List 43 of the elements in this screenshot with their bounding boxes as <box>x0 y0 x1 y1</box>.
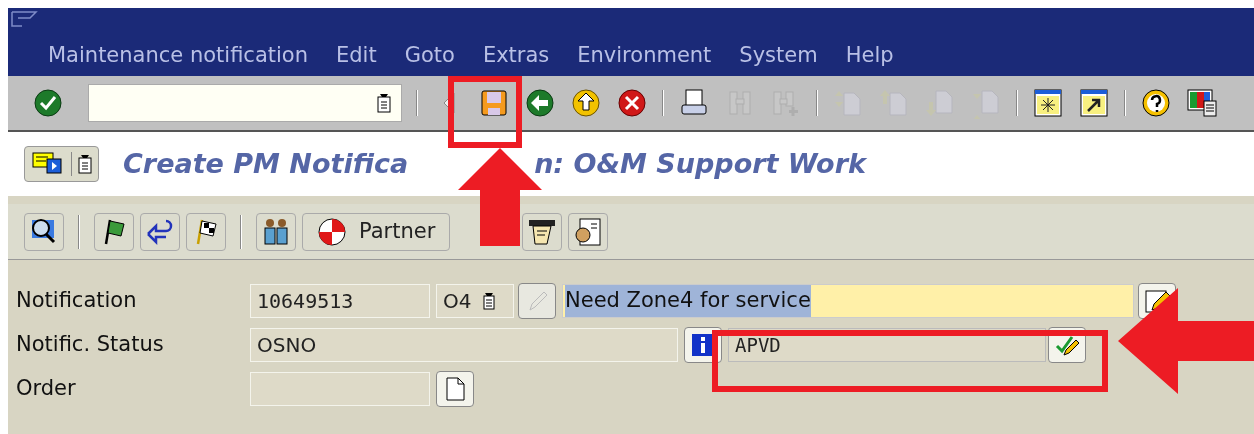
screen-title: n: O&M Support Work <box>534 146 866 181</box>
shortcut-icon[interactable] <box>1078 87 1110 119</box>
magnifier-button[interactable] <box>24 212 64 251</box>
value-field[interactable]: OSNO <box>250 328 678 362</box>
people-button[interactable] <box>256 212 296 251</box>
menu-item[interactable]: Maintenance notification <box>48 40 308 72</box>
curved-arrow-button[interactable] <box>140 212 180 251</box>
menu-item[interactable]: Goto <box>404 40 455 72</box>
field-label: Notific. Status <box>16 331 165 359</box>
life-ring-icon <box>317 216 347 247</box>
partner-button[interactable]: Partner <box>302 212 451 251</box>
flag-button[interactable] <box>94 212 134 251</box>
menu-item[interactable]: Environment <box>577 40 712 72</box>
dropdown-icon[interactable] <box>377 93 391 113</box>
value-field[interactable]: 10649513 <box>250 284 430 318</box>
dropdown-icon[interactable] <box>483 292 496 310</box>
system-menu-icon[interactable] <box>10 10 40 28</box>
value-field[interactable] <box>250 372 430 406</box>
field-label: Order <box>16 375 77 403</box>
monitor-icon[interactable] <box>1186 87 1218 119</box>
notepad-button[interactable] <box>522 212 563 251</box>
menu-item[interactable]: Extras <box>482 40 550 72</box>
clipboard-icon[interactable] <box>78 154 92 174</box>
command-field[interactable] <box>88 84 402 122</box>
contact-card-button[interactable] <box>568 212 609 251</box>
pencil-button[interactable] <box>518 283 556 319</box>
screen-title: Create PM Notifica <box>123 146 409 181</box>
check-icon[interactable] <box>32 87 64 119</box>
menu-item[interactable]: Help <box>845 40 894 72</box>
exit-icon[interactable] <box>570 87 602 119</box>
save-icon[interactable] <box>478 87 510 119</box>
cancel-icon[interactable] <box>616 87 648 119</box>
field-label: Notification <box>16 287 138 315</box>
document-flow-icon[interactable] <box>31 151 65 177</box>
description-field[interactable]: Need Zone4 for service <box>562 284 1134 318</box>
new-window-icon[interactable] <box>1032 87 1064 119</box>
type-field[interactable]: O4 <box>436 284 514 318</box>
menu-item[interactable]: System <box>739 40 818 72</box>
create-order-button[interactable] <box>436 371 474 407</box>
checkered-flag-button[interactable] <box>186 212 226 251</box>
menu-item[interactable]: Edit <box>336 40 377 72</box>
back-icon[interactable] <box>524 87 556 119</box>
help-icon[interactable] <box>1140 87 1172 119</box>
